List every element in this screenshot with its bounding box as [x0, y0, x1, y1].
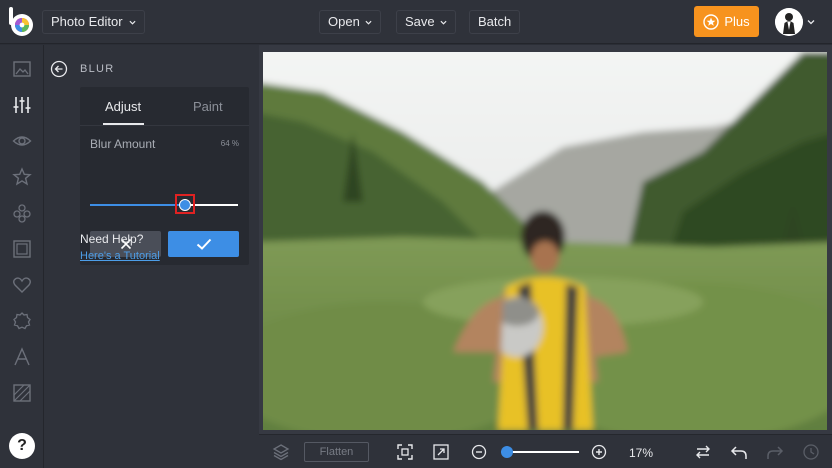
star-icon[interactable]: [10, 165, 34, 189]
frame-icon[interactable]: [10, 237, 34, 261]
blur-amount-label: Blur Amount: [90, 137, 156, 151]
editor-canvas[interactable]: [259, 45, 832, 434]
chevron-down-icon: [365, 20, 372, 25]
photo-editor-app: Photo Editor Open Save Batch Plus ? BLUR…: [0, 0, 832, 468]
top-bar: Photo Editor Open Save Batch Plus: [0, 0, 832, 44]
tab-adjust[interactable]: Adjust: [105, 99, 141, 114]
plus-label: Plus: [724, 14, 750, 29]
effects-icon[interactable]: [10, 201, 34, 225]
blur-amount-slider[interactable]: [90, 193, 238, 217]
photo-preview[interactable]: [263, 52, 827, 430]
open-label: Open: [328, 14, 360, 29]
avatar[interactable]: [775, 8, 803, 36]
chevron-down-icon: [129, 20, 136, 25]
zoom-level: 17%: [629, 446, 654, 460]
batch-button[interactable]: Batch: [469, 10, 521, 34]
apply-button[interactable]: [168, 231, 239, 257]
chevron-down-icon: [440, 20, 447, 25]
zoom-thumb[interactable]: [501, 446, 513, 458]
panel-title: BLUR: [80, 63, 115, 75]
zoom-slider[interactable]: [501, 443, 579, 461]
compare-icon[interactable]: [694, 443, 712, 461]
layers-icon[interactable]: [272, 443, 290, 461]
zoom-in-icon[interactable]: [590, 443, 608, 461]
batch-label: Batch: [478, 14, 512, 29]
blur-amount-value: 64 %: [220, 139, 239, 148]
texture-icon[interactable]: [10, 381, 34, 405]
save-label: Save: [405, 14, 435, 29]
tutorial-link[interactable]: Here's a Tutorial: [80, 250, 160, 262]
redo-icon[interactable]: [766, 443, 784, 461]
badge-icon[interactable]: [10, 309, 34, 333]
plus-upgrade-button[interactable]: Plus: [694, 6, 759, 37]
history-icon[interactable]: [802, 443, 820, 461]
active-tab-indicator: [103, 123, 144, 125]
help-button-label: ?: [17, 437, 27, 454]
star-badge-icon: [703, 13, 720, 30]
save-menu-button[interactable]: Save: [396, 10, 456, 34]
back-arrow-icon[interactable]: [50, 60, 68, 78]
slider-thumb[interactable]: [179, 199, 191, 211]
heart-icon[interactable]: [10, 273, 34, 297]
blur-panel: BLUR Adjust Paint Blur Amount 64 % Need …: [44, 45, 259, 468]
bottom-toolbar: Flatten 17%: [259, 434, 832, 468]
user-avatar-icon: [775, 8, 803, 36]
undo-icon[interactable]: [730, 443, 748, 461]
expand-icon[interactable]: [432, 443, 450, 461]
fit-screen-icon[interactable]: [396, 443, 414, 461]
flatten-button[interactable]: Flatten: [304, 442, 369, 462]
image-icon[interactable]: [10, 57, 34, 81]
zoom-out-icon[interactable]: [470, 443, 488, 461]
tool-rail: ?: [0, 45, 44, 468]
befunky-logo-icon[interactable]: [8, 7, 36, 37]
need-help-heading: Need Help?: [80, 232, 144, 246]
panel-tabs: Adjust Paint: [80, 87, 249, 126]
checkmark-icon: [196, 238, 211, 250]
open-menu-button[interactable]: Open: [319, 10, 381, 34]
tab-paint[interactable]: Paint: [193, 99, 223, 114]
app-menu-label: Photo Editor: [51, 14, 123, 29]
help-button[interactable]: ?: [9, 433, 35, 459]
app-menu-dropdown[interactable]: Photo Editor: [42, 10, 145, 34]
text-icon[interactable]: [10, 345, 34, 369]
hiker-photo: [263, 52, 827, 430]
chevron-down-icon[interactable]: [807, 18, 815, 26]
eye-icon[interactable]: [10, 129, 34, 153]
sliders-icon[interactable]: [10, 93, 34, 117]
slider-fill: [90, 204, 185, 206]
flatten-label: Flatten: [319, 446, 354, 458]
